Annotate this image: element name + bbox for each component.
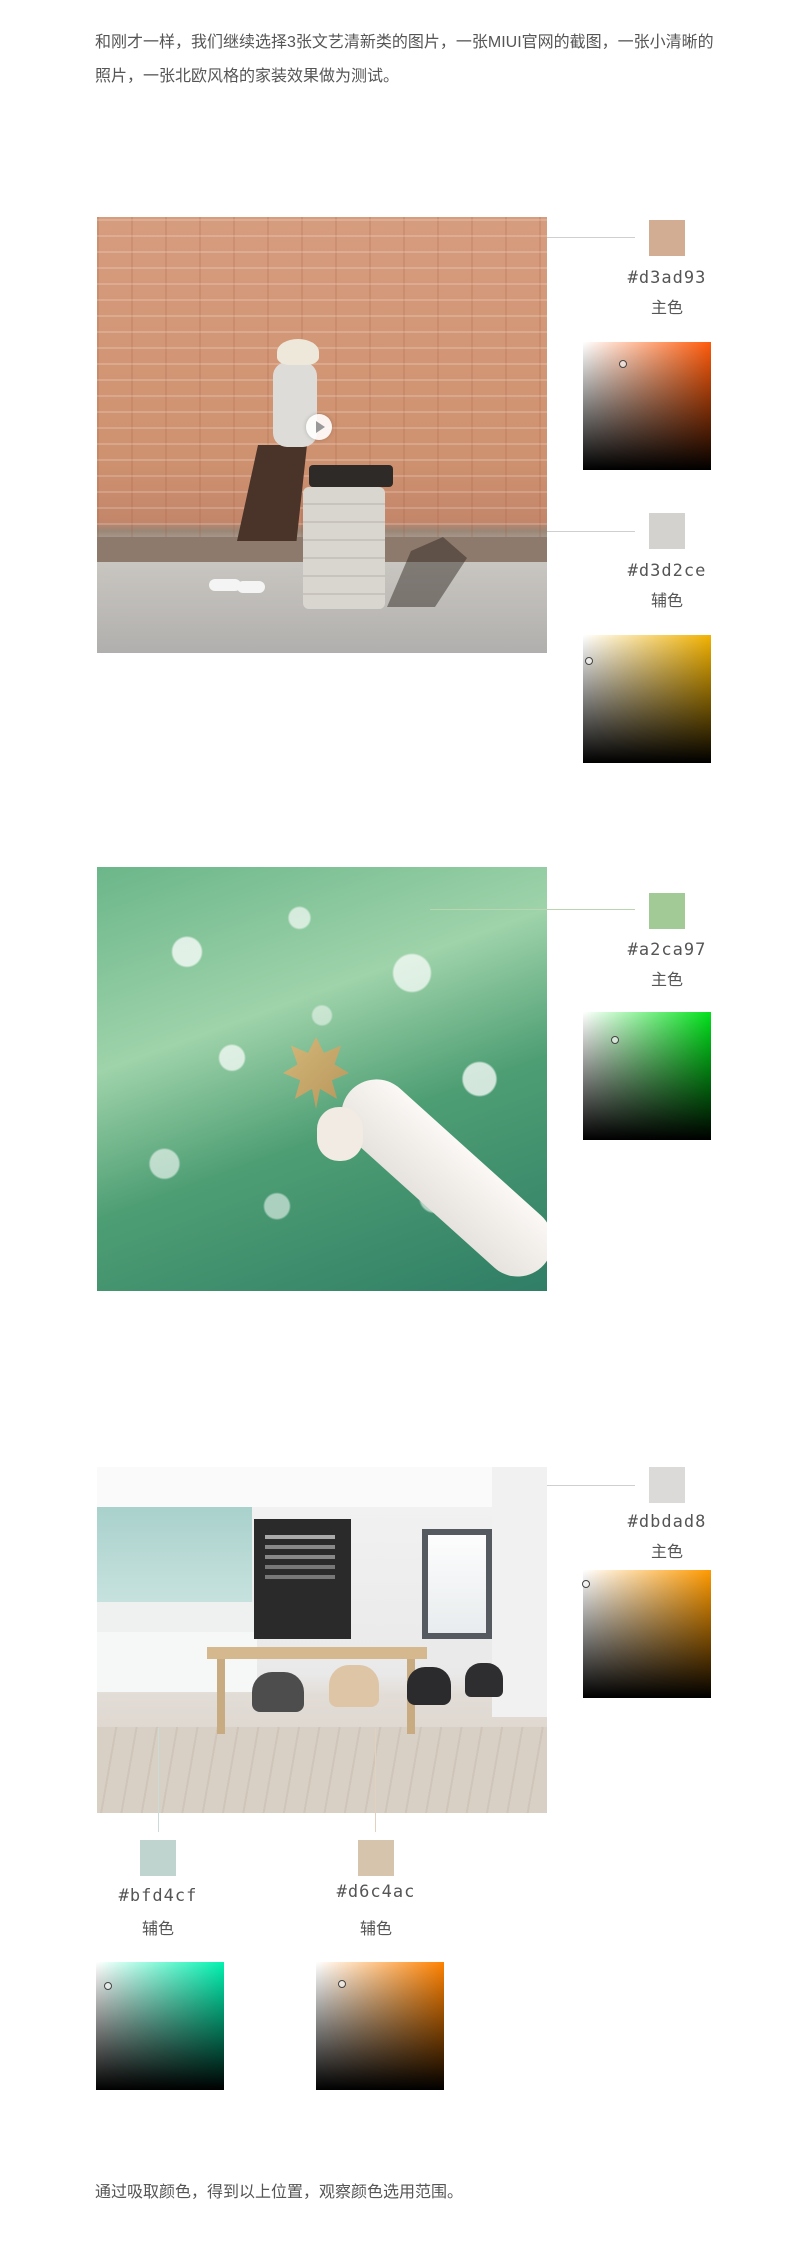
picker-cursor	[104, 1982, 112, 1990]
role-label-secondary-3a: 辅色	[141, 1921, 174, 1938]
role-label-secondary-1: 辅色	[650, 593, 683, 610]
photo-leaf-bokeh	[97, 867, 547, 1291]
role-label-primary-2: 主色	[650, 972, 683, 989]
hex-label-secondary-1: #d3d2ce	[627, 561, 707, 581]
leader-line-primary-3	[547, 1485, 635, 1486]
picker-cursor	[611, 1036, 619, 1044]
color-picker-secondary-1	[583, 635, 711, 763]
hex-label-secondary-3a: #bfd4cf	[118, 1886, 198, 1906]
picker-cursor	[582, 1580, 590, 1588]
role-label-primary-3: 主色	[650, 1544, 683, 1561]
color-picker-primary-3	[582, 1570, 711, 1698]
play-icon[interactable]	[306, 414, 332, 440]
color-picker-secondary-3a	[96, 1962, 224, 2090]
color-swatch-primary-2	[649, 893, 685, 929]
outro-paragraph: 通过吸取颜色，得到以上位置，观察颜色选用范围。	[95, 2184, 464, 2201]
leader-line-secondary-3b	[375, 1728, 376, 1832]
intro-paragraph: 和刚才一样，我们继续选择3张文艺清新类的图片，一张MIUI官网的截图，一张小清晰…	[95, 34, 714, 85]
picker-cursor	[619, 360, 627, 368]
color-swatch-secondary-3a	[140, 1840, 176, 1876]
picker-cursor	[585, 657, 593, 665]
hex-label-primary-2: #a2ca97	[627, 940, 707, 960]
hex-label-secondary-3b: #d6c4ac	[336, 1882, 416, 1902]
color-picker-secondary-3b	[316, 1962, 444, 2090]
color-swatch-secondary-1	[649, 513, 685, 549]
photo-brick-wall-suitcase	[97, 217, 547, 653]
color-picker-primary-2	[583, 1012, 711, 1140]
role-label-primary-1: 主色	[650, 300, 683, 317]
leader-line-primary-2	[430, 909, 635, 910]
hex-label-primary-1: #d3ad93	[627, 268, 707, 288]
leader-line-secondary-1	[547, 531, 635, 532]
color-swatch-primary-3	[649, 1467, 685, 1503]
photo-nordic-interior	[97, 1467, 547, 1813]
color-swatch-primary-1	[649, 220, 685, 256]
color-swatch-secondary-3b	[358, 1840, 394, 1876]
leader-line-secondary-3a	[158, 1728, 159, 1832]
picker-cursor	[338, 1980, 346, 1988]
leader-line-primary-1	[547, 237, 635, 238]
color-picker-primary-1	[583, 342, 711, 470]
role-label-secondary-3b: 辅色	[359, 1921, 392, 1938]
hex-label-primary-3: #dbdad8	[627, 1512, 707, 1532]
